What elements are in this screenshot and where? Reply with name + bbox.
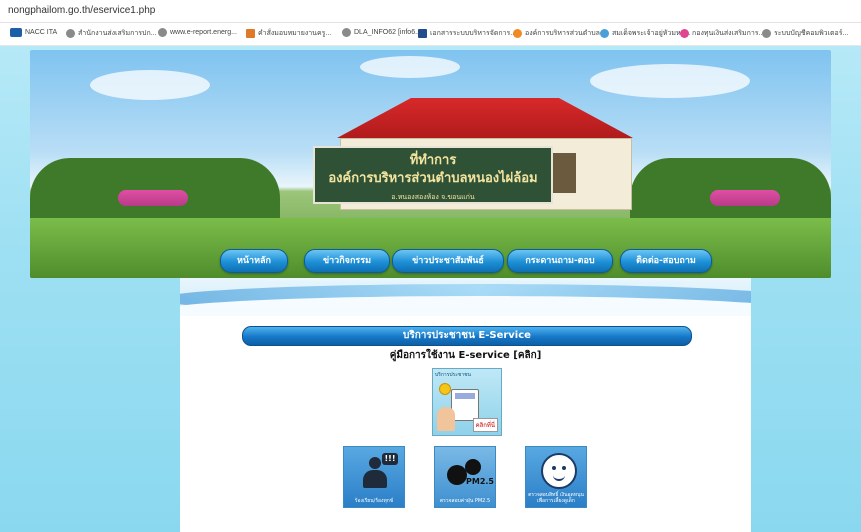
section-title: บริการประชาชน E-Service [242, 326, 692, 346]
bookmark-10[interactable]: ระบบบัญชีคอมพิวเตอร์... [762, 28, 848, 39]
manual-image-click-label: คลิกที่นี่ [472, 418, 498, 432]
service-complaint-label: ร้องเรียน/ร้องทุกข์ [354, 498, 394, 504]
bookmark-6[interactable]: เอกสารระบบบริหารจัดการ... [418, 28, 516, 39]
decorative-wave [180, 278, 751, 318]
bookmark-7[interactable]: องค์การบริหารส่วนตำบล... [513, 28, 606, 39]
calculator-icon [451, 389, 479, 421]
coin-icon [439, 383, 451, 395]
hand-icon [437, 407, 455, 431]
office-sign: ที่ทำการ องค์การบริหารส่วนตำบลหนองไผ่ล้อ… [313, 146, 553, 204]
service-pm25-label: ตรวจสอบค่าฝุ่น PM2.5 [439, 498, 491, 504]
manual-image-caption: บริการประชาชน [435, 372, 471, 378]
sign-sub: อ.หนองสองห้อง จ.ขอนแก่น [391, 193, 475, 201]
bookmark-8[interactable]: สมเด็จพระเจ้าอยู่หัวมหา... [600, 28, 690, 39]
globe-icon [762, 29, 771, 38]
bookmarks-bar: NACC ITA สำนักงานส่งเสริมการปก... www.e-… [0, 23, 861, 46]
bookmark-nacc[interactable]: NACC ITA [10, 28, 57, 37]
bookmark-5[interactable]: DLA_INFO62 [info6... [342, 28, 421, 37]
service-child-support-label: ตรวจสอบสิทธิ์ เงินอุดหนุนเพื่อการเลี้ยงด… [528, 492, 584, 504]
main-content: บริการประชาชน E-Service คู่มือการใช้งาน … [180, 316, 751, 532]
main-nav: หน้าหลัก ข่าวกิจกรรม ข่าวประชาสัมพันธ์ ก… [30, 249, 831, 273]
bookmark-3[interactable]: www.e-report.energ... [158, 28, 237, 37]
manual-link[interactable]: คู่มือการใช้งาน E-service [คลิก] [180, 348, 751, 363]
document-icon [246, 29, 255, 38]
bookmark-4[interactable]: คำสั่งมอบหมายงานครู... [246, 28, 331, 39]
nav-activities[interactable]: ข่าวกิจกรรม [304, 249, 390, 273]
sign-title: ที่ทำการ [409, 153, 457, 168]
nacc-logo-icon [10, 28, 22, 37]
service-child-support-button[interactable]: ตรวจสอบสิทธิ์ เงินอุดหนุนเพื่อการเลี้ยงด… [525, 446, 587, 508]
seal-icon [513, 29, 522, 38]
page-body: ที่ทำการ องค์การบริหารส่วนตำบลหนองไผ่ล้อ… [0, 46, 861, 532]
globe-icon [66, 29, 75, 38]
nav-contact[interactable]: ติดต่อ-สอบถาม [620, 249, 712, 273]
bookmark-2[interactable]: สำนักงานส่งเสริมการปก... [66, 28, 157, 39]
nav-qa-board[interactable]: กระดานถาม-ตอบ [507, 249, 613, 273]
nav-pr-news[interactable]: ข่าวประชาสัมพันธ์ [392, 249, 504, 273]
bookmark-9[interactable]: กองทุนเงินส่งเสริมการ... [680, 28, 764, 39]
speech-bubble-icon: !!! [382, 453, 398, 465]
service-pm25-button[interactable]: PM2.5 ตรวจสอบค่าฝุ่น PM2.5 [434, 446, 496, 508]
seal-icon [680, 29, 689, 38]
sign-name: องค์การบริหารส่วนตำบลหนองไผ่ล้อม [328, 171, 538, 186]
address-bar[interactable]: nongphailom.go.th/eservice1.php [0, 0, 861, 23]
url-text[interactable]: nongphailom.go.th/eservice1.php [8, 5, 155, 16]
manual-image-link[interactable]: บริการประชาชน คลิกที่นี่ [432, 368, 502, 436]
nav-home[interactable]: หน้าหลัก [220, 249, 288, 273]
globe-icon [158, 28, 167, 37]
globe-icon [342, 28, 351, 37]
seal-icon [600, 29, 609, 38]
baby-face-icon [541, 453, 577, 489]
header-banner: ที่ทำการ องค์การบริหารส่วนตำบลหนองไผ่ล้อ… [30, 50, 831, 278]
service-complaint-button[interactable]: !!! ร้องเรียน/ร้องทุกข์ [343, 446, 405, 508]
document-icon [418, 29, 427, 38]
pm25-icon: PM2.5 [445, 457, 494, 491]
